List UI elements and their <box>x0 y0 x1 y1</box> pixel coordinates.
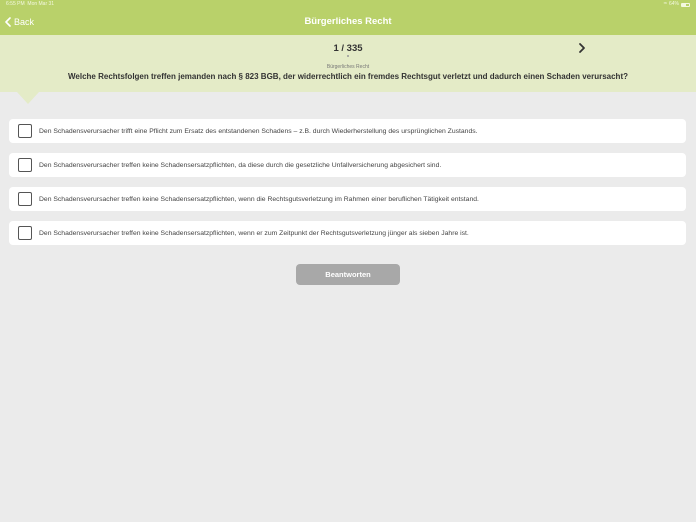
battery-percent: 64% <box>668 1 679 7</box>
answer-text: Den Schadensverursacher treffen keine Sc… <box>39 229 469 237</box>
page-title: Bürgerliches Recht <box>304 16 392 27</box>
status-bar: 6:55 PM Mon Mar 31 ≈ 64% <box>0 0 696 9</box>
answer-option[interactable]: Den Schadensverursacher treffen keine Sc… <box>9 153 686 177</box>
checkbox[interactable] <box>18 226 32 240</box>
question-header: 1 / 335 Bürgerliches Recht Welche Rechts… <box>0 35 696 92</box>
question-text: Welche Rechtsfolgen treffen jemanden nac… <box>68 72 628 81</box>
checkbox[interactable] <box>18 192 32 206</box>
answer-option[interactable]: Den Schadensverursacher treffen keine Sc… <box>9 187 686 211</box>
battery-icon <box>681 2 690 7</box>
question-category: Bürgerliches Recht <box>326 64 370 70</box>
answer-text: Den Schadensverursacher trifft eine Pfli… <box>39 127 478 135</box>
submit-answer-button[interactable]: Beantworten <box>296 264 400 285</box>
answer-option[interactable]: Den Schadensverursacher treffen keine Sc… <box>9 221 686 245</box>
answer-option[interactable]: Den Schadensverursacher trifft eine Pfli… <box>9 119 686 143</box>
next-question-button[interactable] <box>577 42 587 54</box>
answer-text: Den Schadensverursacher treffen keine Sc… <box>39 195 479 203</box>
status-time: 6:55 PM Mon Mar 31 <box>6 1 55 7</box>
navigation-bar: Back Bürgerliches Recht <box>0 9 696 35</box>
status-right: ≈ 64% <box>664 0 690 9</box>
checkbox[interactable] <box>18 124 32 138</box>
checkbox[interactable] <box>18 158 32 172</box>
header-pointer <box>17 92 39 104</box>
pager-indicator-icon <box>347 55 349 57</box>
answer-text: Den Schadensverursacher treffen keine Sc… <box>39 161 442 169</box>
wifi-icon: ≈ <box>663 1 667 7</box>
question-pager: 1 / 335 <box>333 43 363 54</box>
